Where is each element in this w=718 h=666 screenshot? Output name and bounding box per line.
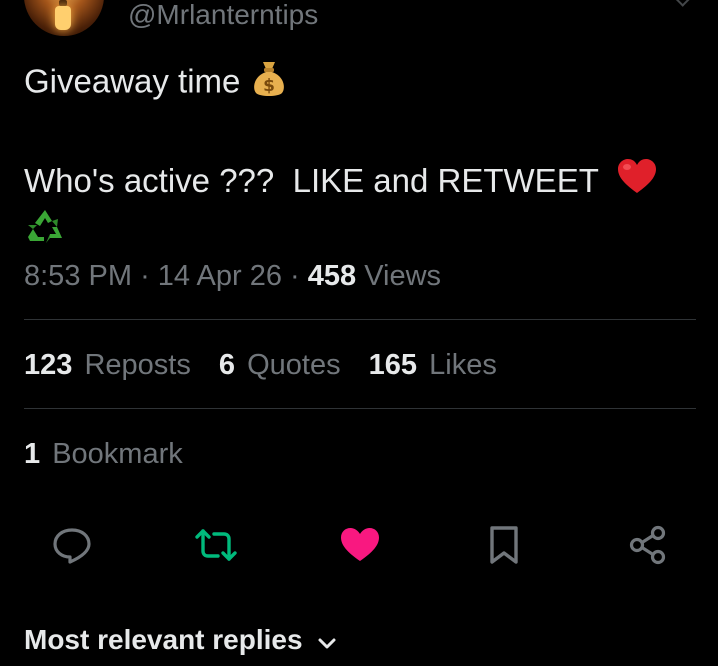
svg-text:$: $ <box>263 76 275 96</box>
views-count: 458 <box>307 260 357 292</box>
reply-button[interactable] <box>49 522 95 568</box>
meta-separator: · <box>140 260 150 292</box>
quotes-count: 6 <box>218 349 236 381</box>
tweet-line-1: Giveaway time $ <box>24 58 694 110</box>
author-handle[interactable]: @Mrlanterntips <box>128 0 318 31</box>
views-label: Views <box>364 260 442 292</box>
share-icon <box>629 525 666 565</box>
likes-label: Likes <box>429 349 497 381</box>
tweet-text-call-to-action: Who's active ??? LIKE and RETWEET <box>24 162 599 199</box>
tweet-text-giveaway: Giveaway time <box>24 62 241 100</box>
tweet-body: Giveaway time $ Who's active ??? LIKE an… <box>24 58 694 259</box>
heart-icon <box>341 528 379 561</box>
replies-sort-dropdown[interactable]: Most relevant replies <box>24 621 337 661</box>
money-bag-icon: $ <box>250 58 288 110</box>
bookmark-button[interactable] <box>481 522 527 568</box>
reposts-label: Reposts <box>84 349 191 381</box>
recycling-icon <box>24 207 66 259</box>
author-avatar[interactable] <box>24 0 104 36</box>
tweet-date[interactable]: 14 Apr 26 <box>158 260 282 292</box>
tweet-time[interactable]: 8:53 PM <box>24 260 132 292</box>
more-options-icon[interactable] <box>674 0 690 7</box>
red-heart-icon <box>617 159 657 207</box>
reposts-count: 123 <box>24 349 73 381</box>
bookmarks-label: Bookmark <box>52 438 183 470</box>
tweet-line-3 <box>24 207 694 259</box>
repost-button[interactable] <box>193 522 239 568</box>
likes-count: 165 <box>368 349 418 381</box>
divider <box>24 408 696 409</box>
divider <box>24 319 696 320</box>
bookmarks-count: 1 <box>24 438 41 470</box>
bookmarks-stat[interactable]: 1 Bookmark <box>24 435 183 473</box>
tweet-meta: 8:53 PM · 14 Apr 26 · 458 Views <box>24 258 441 294</box>
bookmark-icon <box>490 526 518 564</box>
reposts-stat[interactable]: 123 Reposts <box>24 346 191 384</box>
tweet-line-2: Who's active ??? LIKE and RETWEET <box>24 158 694 207</box>
engagement-stats: 123 Reposts 6 Quotes 165 Likes <box>24 346 517 384</box>
quotes-stat[interactable]: 6 Quotes <box>219 346 341 384</box>
chevron-down-icon <box>317 623 337 661</box>
like-button[interactable] <box>337 522 383 568</box>
share-button[interactable] <box>625 522 671 568</box>
likes-stat[interactable]: 165 Likes <box>369 346 497 384</box>
repost-icon <box>195 529 237 561</box>
reply-bubble-icon <box>53 528 91 564</box>
lantern-icon <box>55 6 71 30</box>
meta-separator: · <box>290 260 300 292</box>
replies-sort-label: Most relevant replies <box>24 624 303 655</box>
quotes-label: Quotes <box>247 349 341 381</box>
